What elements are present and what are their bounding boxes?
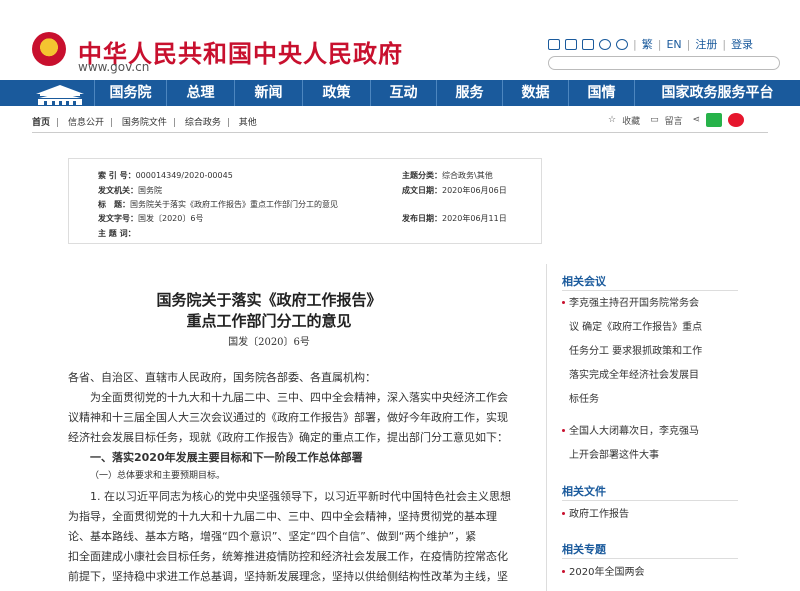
- wechat-icon[interactable]: [616, 38, 628, 50]
- site-url: www.gov.cn: [78, 60, 150, 74]
- article-paragraph: 议精神和十三届全国人大三次会议通过的《政府工作报告》部署，做好今年政府工作，实现: [68, 411, 508, 424]
- info-index: 索 引 号：000014349/2020-00045: [98, 171, 233, 180]
- nav-item-guoqing[interactable]: 国情: [568, 80, 634, 106]
- article-title-line2: 重点工作部门分工的意见: [186, 312, 352, 330]
- comment-icon[interactable]: ▭: [650, 115, 659, 125]
- mail-icon[interactable]: [548, 38, 560, 50]
- share-icon[interactable]: ⋖: [693, 115, 701, 125]
- info-published-date: 发布日期：2020年06月11日: [402, 214, 507, 223]
- register-link[interactable]: 注册: [695, 36, 717, 52]
- divider: [562, 500, 738, 501]
- weibo-icon[interactable]: [599, 38, 611, 50]
- favorite-link[interactable]: 收藏: [622, 114, 640, 127]
- article-paragraph: 前提下，坚持稳中求进工作总基调，坚持新发展理念，坚持以供给侧结构性改革为主线，坚: [68, 570, 508, 583]
- search-input[interactable]: [548, 56, 780, 70]
- nav-item-fuwu[interactable]: 服务: [436, 80, 502, 106]
- breadcrumb: 首页 | 信息公开 | 国务院文件 | 综合政务 | 其他: [32, 118, 257, 128]
- related-topics-title: 相关专题: [562, 543, 606, 556]
- article-paragraph: 1. 在以习近平同志为核心的党中央坚强领导下，以习近平新时代中国特色社会主义思想: [90, 490, 511, 503]
- info-category: 主题分类：综合政务\其他: [402, 171, 493, 180]
- nav-item-xinwen[interactable]: 新闻: [234, 80, 302, 106]
- related-meetings-title: 相关会议: [562, 275, 606, 288]
- lang-en-link[interactable]: EN: [666, 38, 681, 51]
- divider: [562, 558, 738, 559]
- article-doc-number: 国发〔2020〕6号: [228, 337, 310, 348]
- national-emblem-icon: [32, 32, 66, 66]
- nav-item-zhengwu-fuwu[interactable]: 国家政务服务平台: [634, 80, 800, 106]
- site-header: 中华人民共和国中央人民政府 www.gov.cn | 繁 | EN | 注册 |…: [0, 0, 800, 80]
- login-link[interactable]: 登录: [731, 36, 753, 52]
- wechat-share-icon[interactable]: [706, 113, 723, 127]
- bullet-icon: [562, 511, 565, 515]
- article-recipients: 各省、自治区、直辖市人民政府，国务院各部委、各直属机构：: [68, 371, 376, 384]
- mobile-icon[interactable]: [582, 38, 594, 50]
- related-files-title: 相关文件: [562, 485, 606, 498]
- related-meeting-link-2[interactable]: 全国人大闭幕次日，李克强马 上开会部署这件大事: [562, 420, 738, 468]
- main-nav: 国务院 总理 新闻 政策 互动 服务 数据 国情 国家政务服务平台: [0, 80, 800, 106]
- comment-link[interactable]: 留言: [665, 114, 683, 127]
- breadcrumb-home[interactable]: 首页: [32, 118, 50, 128]
- related-meeting-link-1[interactable]: 李克强主持召开国务院常务会 议 确定《政府工作报告》重点 任务分工 要求狠抓政策…: [562, 292, 738, 412]
- article-paragraph: 为指导，全面贯彻党的十九大和十九届二中、三中、四中全会精神，坚持贯彻党的基本理: [68, 510, 497, 523]
- article-paragraph: 论、基本路线、基本方略，增强“四个意识”、坚定“四个自信”、做到“两个维护”，紧: [68, 530, 477, 543]
- star-icon[interactable]: ☆: [608, 115, 616, 125]
- bullet-icon: [562, 569, 565, 573]
- article-paragraph: 为全面贯彻党的十九大和十九届二中、三中、四中全会精神，深入落实中央经济工作会: [90, 391, 508, 404]
- tablet-icon[interactable]: [565, 38, 577, 50]
- tiananmen-icon[interactable]: [30, 80, 90, 106]
- info-subject: 主 题 词：: [98, 229, 136, 238]
- bullet-icon: [562, 428, 565, 432]
- divider: [562, 290, 738, 291]
- breadcrumb-item[interactable]: 国务院文件: [122, 118, 167, 128]
- bullet-icon: [562, 300, 565, 304]
- nav-item-hudong[interactable]: 互动: [370, 80, 436, 106]
- info-written-date: 成文日期：2020年06月06日: [402, 186, 507, 195]
- lang-traditional-link[interactable]: 繁: [642, 36, 653, 52]
- weibo-share-icon[interactable]: [728, 113, 745, 127]
- article-paragraph: 经济社会发展目标任务，现就《政府工作报告》确定的重点工作，提出部门分工意见如下：: [68, 431, 508, 444]
- header-tools: | 繁 | EN | 注册 | 登录: [548, 36, 753, 52]
- article-title-line1: 国务院关于落实《政府工作报告》: [156, 291, 382, 309]
- divider: [32, 132, 768, 133]
- nav-item-guowuyuan[interactable]: 国务院: [94, 80, 166, 106]
- article-paragraph: 扣全面建成小康社会目标任务，统筹推进疫情防控和经济社会发展工作，在疫情防控常态化: [68, 550, 508, 563]
- nav-item-shuju[interactable]: 数据: [502, 80, 568, 106]
- article-section-heading: 一、落实2020年发展主要目标和下一阶段工作总体部署: [90, 451, 363, 464]
- related-file-link[interactable]: 政府工作报告: [562, 503, 738, 527]
- breadcrumb-item[interactable]: 综合政务: [185, 118, 221, 128]
- nav-item-zongli[interactable]: 总理: [166, 80, 234, 106]
- breadcrumb-item[interactable]: 信息公开: [68, 118, 104, 128]
- page-tools: ☆ 收藏 ▭ 留言 ⋖: [608, 113, 745, 127]
- nav-item-zhengce[interactable]: 政策: [302, 80, 370, 106]
- info-org: 发文机关：国务院: [98, 186, 162, 195]
- info-docno: 发文字号：国发〔2020〕6号: [98, 214, 204, 223]
- related-topic-link[interactable]: 2020年全国两会: [562, 561, 738, 585]
- article-subheading: （一）总体要求和主要预期目标。: [90, 471, 226, 481]
- breadcrumb-item[interactable]: 其他: [239, 118, 257, 128]
- info-title: 标 题：国务院关于落实《政府工作报告》重点工作部门分工的意见: [98, 200, 338, 209]
